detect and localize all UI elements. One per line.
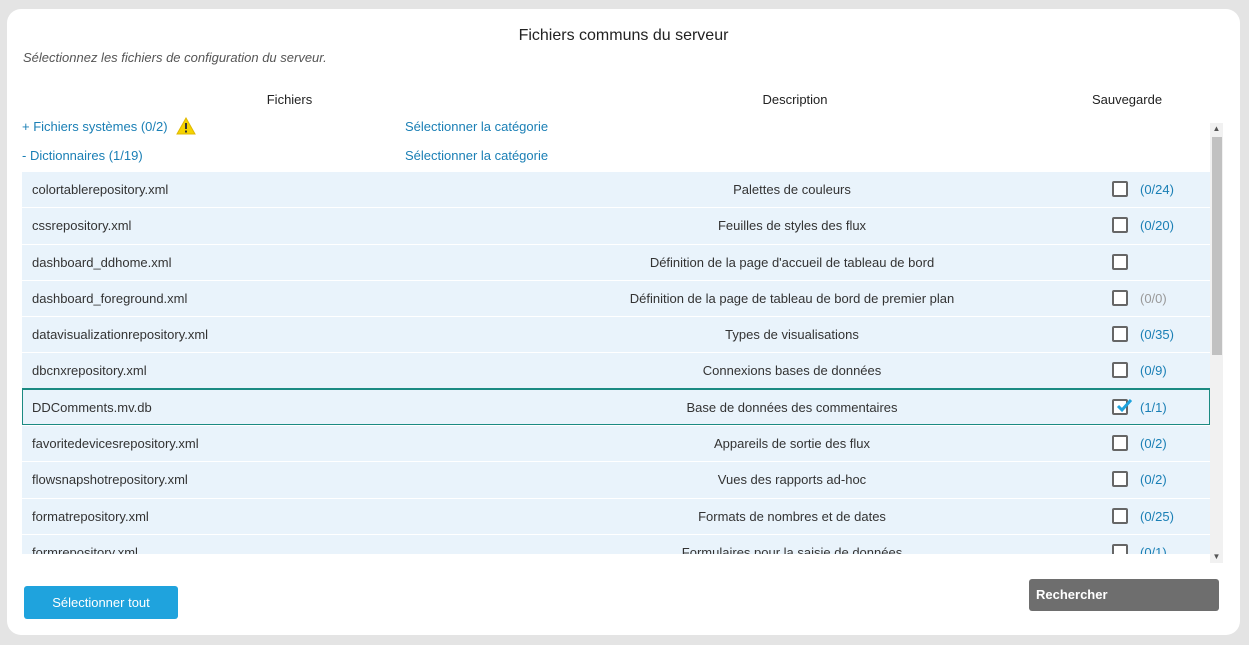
file-name: favoritedevicesrepository.xml <box>32 436 199 452</box>
file-name: datavisualizationrepository.xml <box>32 327 209 343</box>
backup-count[interactable]: (0/1) <box>1140 545 1167 554</box>
backup-count[interactable]: (0/25) <box>1140 509 1174 524</box>
backup-count: (0/0) <box>1140 290 1167 306</box>
backup-count[interactable]: (0/2) <box>1140 436 1167 451</box>
backup-checkbox[interactable] <box>1112 362 1128 379</box>
table-row[interactable]: flowsnapshotrepository.xml Vues des rappo… <box>22 461 1210 498</box>
file-name: cssrepository.xml <box>32 218 132 234</box>
file-description: Types de visualisations <box>725 327 859 343</box>
file-name: dashboard_ddhome.xml <box>32 254 172 270</box>
file-description: Base de données des commentaires <box>686 399 898 415</box>
vertical-scrollbar[interactable]: ▲ ▼ <box>1210 123 1223 563</box>
backup-checkbox[interactable] <box>1112 507 1128 524</box>
file-description: Définition de la page d'accueil de table… <box>649 254 935 270</box>
file-description: Appareils de sortie des flux <box>713 436 871 452</box>
column-header-description: Description <box>762 92 828 107</box>
file-description: Vues des rapports ad-hoc <box>717 472 867 488</box>
dialog-title: Fichiers communs du serveur <box>518 27 729 44</box>
file-description: Formats de nombres et de dates <box>698 508 886 524</box>
file-name: formrepository.xml <box>32 544 138 554</box>
scroll-up-arrow-icon[interactable]: ▲ <box>1210 123 1223 135</box>
table-row[interactable]: formrepository.xml Formulaires pour la sa… <box>22 533 1210 554</box>
backup-checkbox[interactable] <box>1112 326 1128 343</box>
file-name: formatrepository.xml <box>32 508 149 524</box>
table-row[interactable]: dashboard_foreground.xml Définition de la… <box>22 279 1210 317</box>
backup-checkbox[interactable] <box>1112 217 1128 234</box>
file-name: dbcnxrepository.xml <box>32 363 147 379</box>
backup-checkbox[interactable] <box>1112 289 1128 306</box>
backup-checkbox[interactable] <box>1112 398 1132 415</box>
dialog-subtitle: Sélectionnez les fichiers de configurati… <box>23 50 327 65</box>
backup-checkbox[interactable] <box>1112 471 1128 488</box>
backup-count[interactable]: (1/1) <box>1140 400 1167 415</box>
backup-checkbox[interactable] <box>1112 435 1128 452</box>
table-row[interactable]: favoritedevicesrepository.xml Appareils d… <box>22 425 1210 462</box>
search-button[interactable]: Rechercher <box>1029 579 1219 611</box>
file-description: Formulaires pour la saisie de données <box>681 544 903 554</box>
scroll-down-arrow-icon[interactable]: ▼ <box>1210 551 1223 563</box>
file-list-viewport[interactable]: + Fichiers systèmes (0/2) Sélectionner l… <box>22 114 1232 554</box>
table-row[interactable]: colortablerepository.xml Palettes de coul… <box>22 171 1210 208</box>
server-files-dialog: Fichiers communs du serveur Sélectionnez… <box>7 9 1240 635</box>
file-name: DDComments.mv.db <box>32 399 152 415</box>
warning-icon <box>176 117 196 135</box>
select-category-dictionaries-link[interactable]: Sélectionner la catégorie <box>405 148 548 163</box>
backup-checkbox[interactable] <box>1112 181 1128 197</box>
backup-count[interactable]: (0/20) <box>1140 218 1174 233</box>
backup-count[interactable]: (0/24) <box>1140 182 1174 197</box>
category-toggle-system[interactable]: + Fichiers systèmes (0/2) <box>22 119 168 134</box>
table-row[interactable]: dbcnxrepository.xml Connexions bases de d… <box>22 352 1210 389</box>
category-toggle-dictionaries[interactable]: - Dictionnaires (1/19) <box>22 148 143 163</box>
column-header-backup: Sauvegarde <box>1091 92 1163 107</box>
select-all-button[interactable]: Sélectionner tout <box>24 586 178 619</box>
table-row[interactable]: DDComments.mv.db Base de données des comm… <box>22 387 1211 427</box>
file-rows: colortablerepository.xml Palettes de coul… <box>22 171 1211 554</box>
backup-count[interactable]: (0/9) <box>1140 363 1167 378</box>
backup-count[interactable]: (0/35) <box>1140 327 1174 342</box>
file-name: colortablerepository.xml <box>32 182 169 197</box>
checkmark-icon <box>1116 398 1132 412</box>
scroll-thumb[interactable] <box>1212 137 1222 355</box>
select-category-system-link[interactable]: Sélectionner la catégorie <box>405 119 548 134</box>
table-row[interactable]: cssrepository.xml Feuilles de styles des … <box>22 207 1210 244</box>
backup-count[interactable]: (0/2) <box>1140 472 1167 487</box>
file-name: dashboard_foreground.xml <box>32 290 188 306</box>
backup-checkbox[interactable] <box>1112 253 1128 270</box>
file-description: Feuilles de styles des flux <box>717 218 867 234</box>
table-row[interactable]: formatrepository.xml Formats de nombres e… <box>22 497 1210 534</box>
table-row[interactable]: dashboard_ddhome.xml Définition de la pag… <box>22 243 1210 280</box>
file-description: Palettes de couleurs <box>733 182 851 197</box>
backup-checkbox[interactable] <box>1112 543 1128 554</box>
file-description: Définition de la page de tableau de bord… <box>629 290 955 306</box>
table-row[interactable]: datavisualizationrepository.xml Types de … <box>22 316 1210 353</box>
file-description: Connexions bases de données <box>702 363 882 379</box>
column-header-files: Fichiers <box>266 92 313 107</box>
file-name: flowsnapshotrepository.xml <box>32 472 188 488</box>
